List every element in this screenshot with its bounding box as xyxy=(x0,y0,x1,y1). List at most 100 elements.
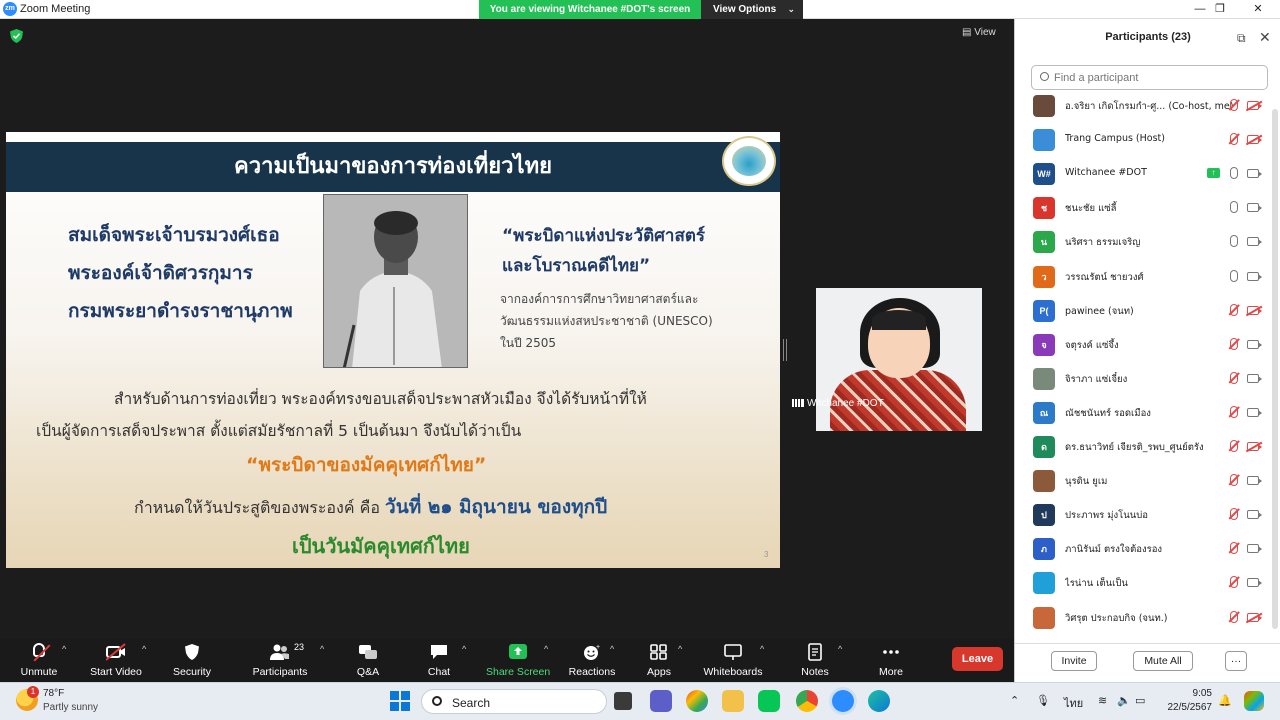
participants-caret-icon[interactable]: ^ xyxy=(320,644,324,654)
video-off-icon[interactable] xyxy=(1247,135,1262,145)
invite-button[interactable]: Invite xyxy=(1051,651,1097,671)
mic-muted-icon[interactable] xyxy=(1230,542,1238,555)
mic-muted-icon[interactable] xyxy=(1230,133,1238,146)
tray-mic-icon[interactable]: 🎙 xyxy=(1036,694,1050,707)
video-tile[interactable] xyxy=(816,288,982,431)
video-icon[interactable] xyxy=(1247,373,1262,383)
copilot-icon[interactable] xyxy=(1244,691,1264,711)
close-window-button[interactable]: ✕ xyxy=(1238,0,1278,19)
unmute-caret-icon[interactable]: ^ xyxy=(62,644,66,654)
clock-date[interactable]: 22/5/2567 xyxy=(1154,702,1213,713)
zoom-taskbar-icon[interactable] xyxy=(832,690,854,712)
restore-button[interactable]: ❐ xyxy=(1200,0,1240,19)
participant-row[interactable]: ไรน่าน เต็นเป็น xyxy=(1015,567,1267,601)
mic-icon[interactable] xyxy=(1230,201,1238,214)
input-language[interactable]: ไทย xyxy=(1064,694,1083,712)
mic-muted-icon[interactable] xyxy=(1230,440,1238,452)
start-video-button[interactable]: Start Video ^ xyxy=(84,639,148,682)
video-off-icon[interactable] xyxy=(1247,305,1262,315)
participant-row[interactable]: วิศรุต ประกอบกิจ (จนท.) xyxy=(1015,602,1267,636)
reactions-caret-icon[interactable]: ^ xyxy=(610,644,614,654)
notification-bell-icon[interactable]: 🔔 xyxy=(1218,694,1232,707)
video-icon[interactable] xyxy=(1247,271,1262,281)
mic-muted-icon[interactable] xyxy=(1230,337,1238,350)
qa-button[interactable]: Q&A xyxy=(348,639,388,682)
participant-row[interactable]: นุรดิน ยูเม xyxy=(1015,465,1267,499)
video-off-icon[interactable] xyxy=(1247,101,1262,110)
whiteboards-button[interactable]: Whiteboards ^ xyxy=(702,639,765,682)
mute-all-button[interactable]: Mute All xyxy=(1133,651,1193,671)
video-icon[interactable] xyxy=(1247,476,1262,486)
mic-icon[interactable] xyxy=(1230,269,1238,282)
video-icon[interactable] xyxy=(1247,510,1262,520)
share-screen-button[interactable]: Share Screen ^ xyxy=(486,639,550,682)
panel-more-button[interactable]: ··· xyxy=(1225,651,1247,671)
participant-search-box[interactable] xyxy=(1031,65,1268,90)
close-icon[interactable]: ✕ xyxy=(1259,29,1271,46)
video-icon[interactable] xyxy=(1247,407,1262,417)
security-button[interactable]: Security xyxy=(166,639,218,682)
mic-icon[interactable] xyxy=(1230,235,1238,248)
popout-icon[interactable]: ⧉ xyxy=(1237,31,1246,46)
view-button[interactable]: ▤ View xyxy=(962,27,996,38)
video-icon[interactable] xyxy=(1247,169,1262,179)
participant-row[interactable]: อ.จริยา เกิดโกรมกำ-ศู... (Co-host, me) xyxy=(1015,90,1267,124)
battery-icon[interactable]: ▭ xyxy=(1135,694,1145,707)
video-caret-icon[interactable]: ^ xyxy=(142,644,146,654)
participant-row[interactable]: ภ ภานิรันม์ ตรงใจต้องรอง xyxy=(1015,533,1267,567)
more-button[interactable]: More xyxy=(870,639,912,682)
chrome-icon[interactable] xyxy=(796,690,818,712)
tray-chevron-up-icon[interactable]: ⌃ xyxy=(1010,694,1019,707)
windows-start-icon[interactable] xyxy=(390,691,410,711)
participant-row[interactable]: จิราภา แซ่เจี๋ยง xyxy=(1015,363,1267,397)
clock-time[interactable]: 9:05 xyxy=(1182,688,1212,699)
mic-muted-icon[interactable] xyxy=(1230,99,1238,111)
participant-row[interactable]: จ จตุรงค์ แซ่จึ้ง xyxy=(1015,329,1267,363)
mic-muted-icon[interactable] xyxy=(1230,303,1238,316)
mic-muted-icon[interactable] xyxy=(1230,474,1238,487)
apps-button[interactable]: Apps ^ xyxy=(640,639,682,682)
video-icon[interactable] xyxy=(1247,203,1262,213)
participants-button[interactable]: 23 Participants ^ xyxy=(250,639,325,682)
edge-icon[interactable] xyxy=(868,690,890,712)
notes-caret-icon[interactable]: ^ xyxy=(838,644,842,654)
wifi-icon[interactable]: ≋ xyxy=(1098,694,1107,707)
view-options-button[interactable]: View Options ⌄ xyxy=(701,0,803,19)
participant-row[interactable]: Trang Campus (Host) xyxy=(1015,124,1267,158)
panel-scrollbar[interactable] xyxy=(1272,109,1278,629)
apps-caret-icon[interactable]: ^ xyxy=(678,644,682,654)
mic-muted-icon[interactable] xyxy=(1230,371,1238,384)
splitter-handle[interactable] xyxy=(783,339,787,361)
video-icon[interactable] xyxy=(1247,544,1262,554)
mic-muted-icon[interactable] xyxy=(1230,405,1238,418)
video-off-icon[interactable] xyxy=(1247,442,1262,451)
mic-muted-icon[interactable] xyxy=(1230,576,1238,589)
participant-row[interactable]: P(pawinee (จนท) xyxy=(1015,295,1267,329)
google-apps-icon[interactable] xyxy=(686,690,708,712)
mic-muted-icon[interactable] xyxy=(1230,508,1238,521)
speaker-icon[interactable]: 🔈 xyxy=(1117,694,1131,707)
participant-row[interactable]: น นริศรา ธรรมเจริญ xyxy=(1015,226,1267,260)
line-app-icon[interactable] xyxy=(758,690,780,712)
mic-muted-icon[interactable] xyxy=(1230,610,1238,623)
chat-caret-icon[interactable]: ^ xyxy=(462,644,466,654)
file-explorer-icon[interactable] xyxy=(722,690,744,712)
leave-button[interactable]: Leave xyxy=(952,647,1003,671)
participant-row[interactable]: ป ประภาพร มุ่งโนนบ่อ xyxy=(1015,499,1267,533)
reactions-button[interactable]: + Reactions ^ xyxy=(566,639,618,682)
teams-icon[interactable] xyxy=(650,690,672,712)
taskbar-search-box[interactable]: Search xyxy=(421,689,607,714)
video-icon[interactable] xyxy=(1247,237,1262,247)
participant-row[interactable]: ด ดร.ธนาวิทย์ เจียรติ_รพบ_ศูนย์ตรัง xyxy=(1015,431,1267,465)
video-icon[interactable] xyxy=(1247,339,1262,349)
participant-search-input[interactable] xyxy=(1054,69,1254,87)
whiteboards-caret-icon[interactable]: ^ xyxy=(760,644,764,654)
unmute-button[interactable]: Unmute ^ xyxy=(8,639,70,682)
participant-row[interactable]: ณ ณัชชนันทร์ รอดเมือง xyxy=(1015,397,1267,431)
participant-row[interactable]: ว วรรณรัตน์ ชายวงศ์ xyxy=(1015,261,1267,295)
participant-row[interactable]: ช ชนะชัย แซ่ลี้ xyxy=(1015,192,1267,226)
video-icon[interactable] xyxy=(1247,578,1262,588)
video-off-icon[interactable] xyxy=(1247,612,1262,622)
notes-button[interactable]: Notes ^ xyxy=(796,639,842,682)
share-caret-icon[interactable]: ^ xyxy=(544,644,548,654)
